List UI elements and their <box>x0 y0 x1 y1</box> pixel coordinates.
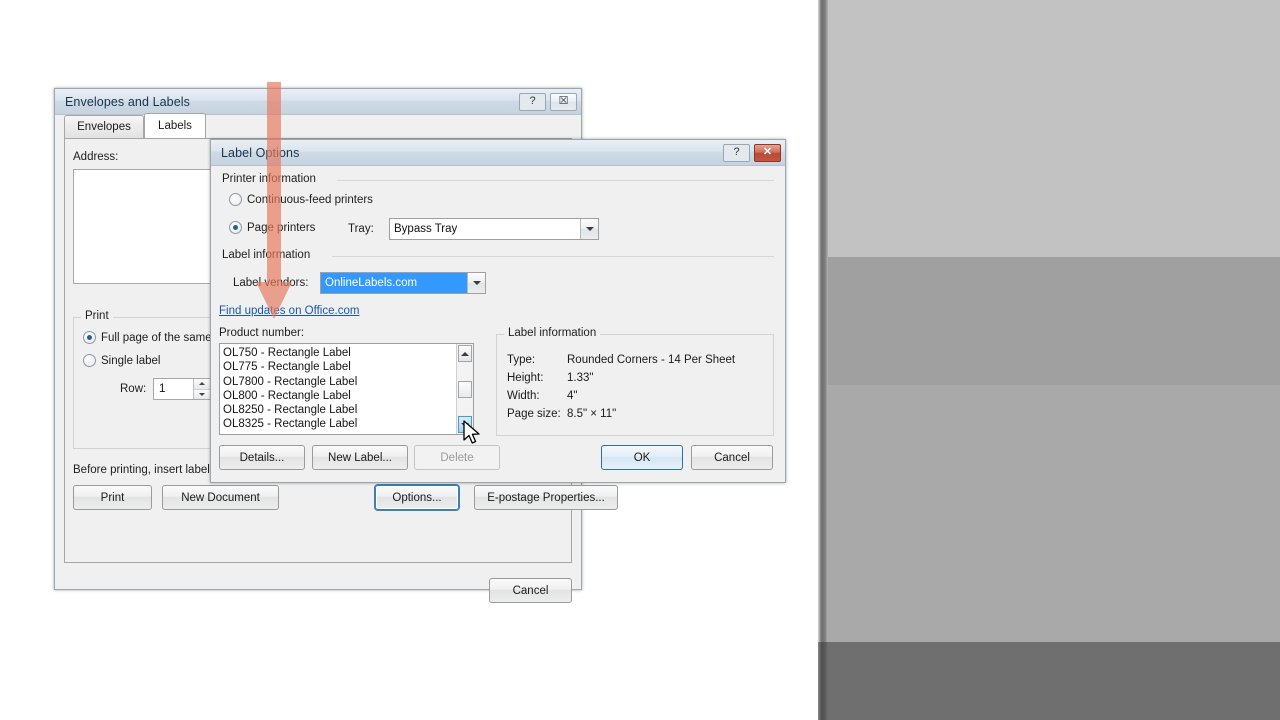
row-spinner-value: 1 <box>159 383 166 395</box>
type-value: Rounded Corners - 14 Per Sheet <box>567 354 736 366</box>
background-band-third <box>828 385 1280 642</box>
radio-page-printers-label: Page printers <box>247 221 316 234</box>
list-item[interactable]: OL7800 - Rectangle Label <box>223 375 456 389</box>
background-dark-edge <box>818 0 828 720</box>
tab-labels[interactable]: Labels <box>144 113 206 138</box>
background-band-top <box>828 0 1280 257</box>
background-dark-edge-lower <box>818 642 828 720</box>
radio-single-label[interactable]: Single label <box>83 354 160 367</box>
label-information-panel: Label information <box>496 327 774 436</box>
label-vendors-combobox[interactable]: OnlineLabels.com <box>320 272 486 294</box>
radio-continuous-feed-dot <box>229 193 242 206</box>
tray-label: Tray: <box>348 223 374 235</box>
row-spinner[interactable]: 1 <box>153 378 211 400</box>
radio-page-printers-dot <box>229 221 242 234</box>
scroll-down-icon[interactable] <box>458 416 472 433</box>
width-value: 4" <box>567 390 578 402</box>
label-options-body: Printer information Continuous-feed prin… <box>211 166 785 482</box>
page-size-value: 8.5" × 11" <box>567 408 617 420</box>
product-number-items: OL750 - Rectangle Label OL775 - Rectangl… <box>220 344 456 434</box>
address-label: Address: <box>73 151 119 163</box>
chevron-down-icon[interactable] <box>580 219 598 239</box>
radio-single-label-dot <box>83 354 96 367</box>
label-options-cancel-button[interactable]: Cancel <box>691 445 773 470</box>
label-options-cancel-button-label: Cancel <box>714 451 750 464</box>
product-list-scrollbar[interactable] <box>456 344 473 434</box>
radio-continuous-feed-label: Continuous-feed printers <box>247 193 373 206</box>
label-information-divider <box>332 256 774 257</box>
label-options-dialog: Label Options ? ✕ Printer information Co… <box>210 139 786 483</box>
chevron-down-icon[interactable] <box>467 273 485 293</box>
radio-single-label-label: Single label <box>101 354 161 367</box>
background-band-bottom <box>828 642 1280 720</box>
tab-envelopes[interactable]: Envelopes <box>64 115 144 138</box>
envelopes-cancel-button[interactable]: Cancel <box>489 578 572 603</box>
help-icon[interactable]: ? <box>723 143 750 162</box>
scroll-up-icon[interactable] <box>458 345 472 362</box>
tab-envelopes-label: Envelopes <box>77 121 131 133</box>
radio-full-page-dot <box>83 331 96 344</box>
list-item[interactable]: OL750 - Rectangle Label <box>223 346 456 360</box>
help-icon[interactable]: ? <box>519 92 546 111</box>
options-button-label: Options... <box>392 491 442 504</box>
options-button[interactable]: Options... <box>375 485 459 510</box>
radio-continuous-feed-printers[interactable]: Continuous-feed printers <box>229 193 373 206</box>
new-label-button-label: New Label... <box>328 451 392 464</box>
envelopes-dialog-title: Envelopes and Labels <box>65 94 191 109</box>
height-value: 1.33" <box>567 372 594 384</box>
print-button[interactable]: Print <box>73 485 152 510</box>
new-document-button-label: New Document <box>181 491 260 504</box>
label-options-title: Label Options <box>221 145 300 160</box>
list-item[interactable]: OL800 - Rectangle Label <box>223 389 456 403</box>
tray-combobox[interactable]: Bypass Tray <box>389 218 599 240</box>
label-vendors-combobox-value: OnlineLabels.com <box>321 273 467 293</box>
page-size-key: Page size: <box>507 408 561 420</box>
tray-combobox-value: Bypass Tray <box>394 223 458 235</box>
spinner-down-icon[interactable] <box>194 389 210 399</box>
scrollbar-track[interactable] <box>457 363 473 415</box>
label-information-legend: Label information <box>222 249 311 261</box>
product-number-label: Product number: <box>219 327 305 339</box>
e-postage-properties-button-label: E-postage Properties... <box>487 491 605 504</box>
background-white-gap <box>810 0 818 720</box>
list-item[interactable]: OL775 - Rectangle Label <box>223 360 456 374</box>
printer-information-legend: Printer information <box>222 173 316 185</box>
background-band-second <box>828 257 1280 385</box>
list-item[interactable]: OL8325 - Rectangle Label <box>223 417 456 431</box>
close-icon[interactable]: ✕ <box>754 143 781 162</box>
row-label: Row: <box>120 383 147 395</box>
find-updates-link[interactable]: Find updates on Office.com <box>219 305 359 317</box>
delete-button-label: Delete <box>440 451 474 464</box>
tab-labels-label: Labels <box>158 120 192 132</box>
print-group-legend: Print <box>81 310 113 322</box>
radio-page-printers[interactable]: Page printers <box>229 221 315 234</box>
new-document-button[interactable]: New Document <box>162 485 279 510</box>
product-number-listbox[interactable]: OL750 - Rectangle Label OL775 - Rectangl… <box>219 343 474 435</box>
label-options-titlebar[interactable]: Label Options ? ✕ <box>211 140 785 166</box>
print-button-label: Print <box>100 491 125 504</box>
list-item[interactable]: OL8250 - Rectangle Label <box>223 403 456 417</box>
scrollbar-thumb[interactable] <box>458 381 472 398</box>
height-key: Height: <box>507 372 544 384</box>
ok-button-label: OK <box>633 451 651 464</box>
label-information-panel-legend: Label information <box>504 327 601 339</box>
type-key: Type: <box>507 354 536 366</box>
new-label-button[interactable]: New Label... <box>312 445 408 470</box>
e-postage-properties-button[interactable]: E-postage Properties... <box>474 485 618 510</box>
close-icon[interactable]: ☒ <box>550 92 577 111</box>
delete-button: Delete <box>414 445 500 470</box>
ok-button[interactable]: OK <box>601 445 683 470</box>
envelopes-cancel-button-label: Cancel <box>512 584 549 597</box>
details-button[interactable]: Details... <box>219 445 305 470</box>
printer-information-divider <box>337 180 774 181</box>
screen-root: Envelopes and Labels ? ☒ Envelopes Label… <box>0 0 1280 720</box>
row-spinner-buttons[interactable] <box>193 379 210 399</box>
width-key: Width: <box>507 390 540 402</box>
details-button-label: Details... <box>239 451 285 464</box>
envelopes-dialog-titlebar[interactable]: Envelopes and Labels ? ☒ <box>55 89 581 115</box>
spinner-up-icon[interactable] <box>194 379 210 390</box>
label-vendors-label: Label vendors: <box>233 277 309 289</box>
